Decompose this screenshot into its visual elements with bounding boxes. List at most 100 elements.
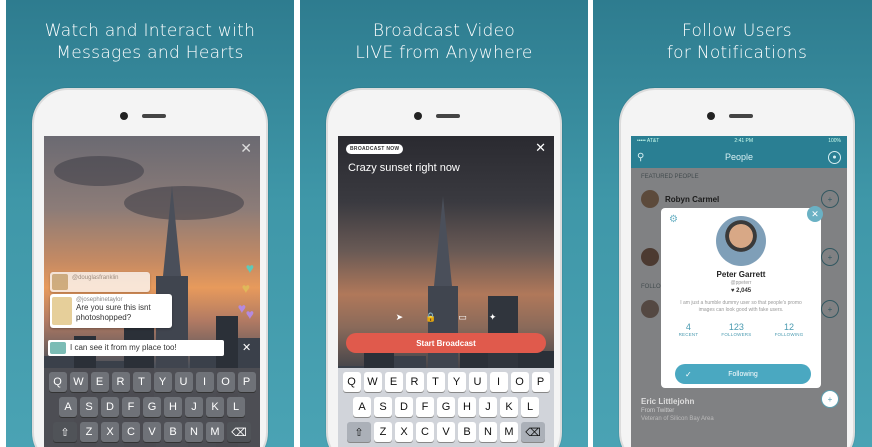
broadcast-badge: BROADCAST NOW [346, 144, 404, 154]
nav-bar: ⚲ People ● [631, 146, 847, 168]
phone-frame: ✕ @douglasfranklin @josephinetaylor Are … [32, 88, 268, 447]
key[interactable]: F [416, 397, 434, 417]
chat-icon[interactable]: ▭ [458, 312, 467, 323]
key[interactable]: R [405, 372, 424, 392]
key[interactable]: B [164, 422, 182, 442]
key[interactable]: M [500, 422, 518, 442]
gear-icon[interactable]: ⚙ [669, 214, 678, 225]
key[interactable]: E [90, 372, 109, 392]
backspace-key[interactable]: ⌫ [227, 422, 251, 442]
key[interactable]: N [479, 422, 497, 442]
key[interactable]: V [143, 422, 161, 442]
key[interactable]: P [237, 372, 256, 392]
search-icon[interactable]: ⚲ [637, 152, 644, 163]
keyboard-row: A S D F G H J K L [340, 397, 552, 417]
heart-icon: ♥ [241, 280, 250, 296]
keyboard-row: Q W E R T Y U I O P [340, 372, 552, 392]
lock-icon[interactable]: 🔒 [425, 312, 436, 323]
key[interactable]: Q [48, 372, 67, 392]
shift-key[interactable]: ⇧ [347, 422, 371, 442]
key[interactable]: T [132, 372, 151, 392]
speaker [142, 114, 166, 118]
stat-following[interactable]: 12 FOLLOWING [775, 322, 804, 337]
stat-followers[interactable]: 123 FOLLOWERS [721, 322, 751, 337]
key[interactable]: N [185, 422, 203, 442]
avatar [52, 297, 72, 325]
key[interactable]: G [143, 397, 161, 417]
key[interactable]: S [374, 397, 392, 417]
key[interactable]: T [426, 372, 445, 392]
panel-watch: Watch and Interact with Messages and Hea… [6, 0, 294, 447]
key[interactable]: P [531, 372, 550, 392]
backspace-key[interactable]: ⌫ [521, 422, 545, 442]
key[interactable]: I [195, 372, 214, 392]
phone-screen: BROADCAST NOW ✕ Crazy sunset right now ➤… [338, 136, 554, 447]
key[interactable]: M [206, 422, 224, 442]
keyboard-row: ⇧ Z X C V B N M ⌫ [340, 422, 552, 442]
profile-icon[interactable]: ● [828, 150, 841, 164]
key[interactable]: H [164, 397, 182, 417]
close-icon[interactable]: ✕ [807, 206, 823, 222]
key[interactable]: Y [153, 372, 172, 392]
location-icon[interactable]: ➤ [396, 312, 404, 323]
key[interactable]: H [458, 397, 476, 417]
key[interactable]: Y [447, 372, 466, 392]
key[interactable]: F [122, 397, 140, 417]
twitter-icon[interactable]: ✦ [489, 312, 497, 323]
key[interactable]: G [437, 397, 455, 417]
broadcast-title-input[interactable]: Crazy sunset right now [348, 162, 460, 174]
profile-name: Peter Garrett [716, 270, 766, 279]
key[interactable]: A [59, 397, 77, 417]
key[interactable]: O [216, 372, 235, 392]
avatar [50, 342, 66, 354]
close-input-icon[interactable]: ✕ [242, 341, 251, 354]
key[interactable]: C [122, 422, 140, 442]
profile-stats: 4 RECENT 123 FOLLOWERS 12 FOLLOWING [661, 314, 821, 337]
stat-label: FOLLOWING [774, 332, 804, 337]
key[interactable]: V [437, 422, 455, 442]
key[interactable]: O [510, 372, 529, 392]
key[interactable]: Z [374, 422, 392, 442]
key[interactable]: K [206, 397, 224, 417]
add-user-icon[interactable]: + [821, 390, 839, 408]
close-icon[interactable]: ✕ [240, 140, 252, 157]
key[interactable]: Z [80, 422, 98, 442]
stat-recent[interactable]: 4 RECENT [679, 322, 699, 337]
heart-icon: ♥ [245, 306, 254, 322]
speaker [436, 114, 460, 118]
key[interactable]: A [353, 397, 371, 417]
key[interactable]: X [101, 422, 119, 442]
key[interactable]: Q [342, 372, 361, 392]
key[interactable]: R [111, 372, 130, 392]
list-item: Eric Littlejohn From Twitter Veteran of … [641, 398, 714, 423]
camera [414, 112, 422, 120]
keyboard-row: ⇧ Z X C V B N M ⌫ [46, 422, 258, 442]
key[interactable]: X [395, 422, 413, 442]
key[interactable]: D [101, 397, 119, 417]
key[interactable]: J [185, 397, 203, 417]
key[interactable]: L [227, 397, 245, 417]
shift-key[interactable]: ⇧ [53, 422, 77, 442]
key[interactable]: I [489, 372, 508, 392]
key[interactable]: L [521, 397, 539, 417]
hearts-value: 2,045 [736, 288, 752, 294]
key[interactable]: J [479, 397, 497, 417]
caption-line: LIVE from Anywhere [355, 43, 533, 63]
key[interactable]: U [174, 372, 193, 392]
key[interactable]: S [80, 397, 98, 417]
key[interactable]: D [395, 397, 413, 417]
phone-screen: ••••• AT&T 2:41 PM 100% ⚲ People ● FEATU… [631, 136, 847, 447]
message-input[interactable]: I can see it from my place too! [48, 340, 224, 356]
phone-screen: ✕ @douglasfranklin @josephinetaylor Are … [44, 136, 260, 447]
key[interactable]: E [384, 372, 403, 392]
following-button[interactable]: ✓ Following [675, 364, 811, 384]
stat-label: FOLLOWERS [721, 332, 752, 337]
key[interactable]: B [458, 422, 476, 442]
key[interactable]: W [363, 372, 382, 392]
key[interactable]: W [69, 372, 88, 392]
start-broadcast-button[interactable]: Start Broadcast [346, 333, 546, 353]
key[interactable]: K [500, 397, 518, 417]
key[interactable]: C [416, 422, 434, 442]
key[interactable]: U [468, 372, 487, 392]
close-icon[interactable]: ✕ [535, 140, 546, 156]
